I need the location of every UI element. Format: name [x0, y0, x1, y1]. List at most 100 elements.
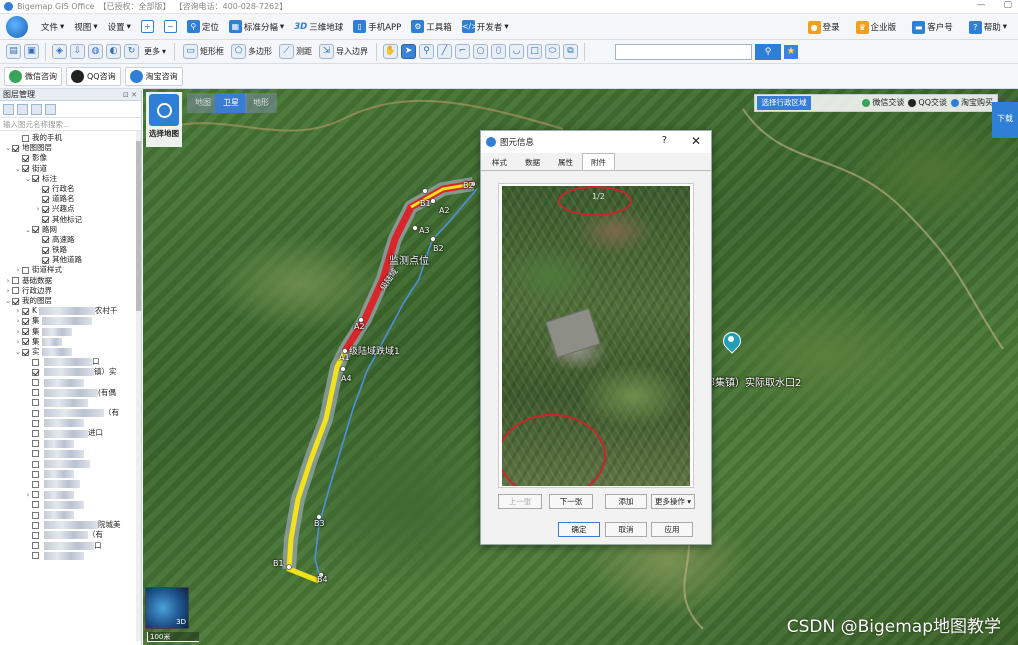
layer-tree-row[interactable]: 口 [0, 357, 141, 367]
point-label[interactable]: A2 [439, 206, 450, 215]
hand-icon[interactable]: ✋ [383, 44, 399, 59]
globe-icon[interactable]: ◍ [88, 44, 103, 59]
save-icon[interactable]: ▣ [24, 44, 39, 59]
cancel-button[interactable]: 取消 [605, 522, 647, 537]
login-button[interactable]: ● 登录 [803, 20, 845, 34]
layer-checkbox[interactable] [22, 307, 29, 315]
layer-tree-row[interactable] [0, 551, 141, 561]
layer-checkbox[interactable] [32, 358, 39, 366]
expand-toggle-icon[interactable]: › [4, 286, 12, 296]
line-icon[interactable]: ╱ [437, 44, 453, 59]
layer-checkbox[interactable] [32, 379, 39, 387]
layer-tree-row[interactable]: › 兴趣点 [0, 204, 141, 214]
layer-tree-row[interactable] [0, 449, 141, 459]
taobao-consult-button[interactable]: 淘宝咨询 [124, 66, 183, 86]
select-map-button[interactable]: 选择地图 [146, 92, 182, 147]
tab-attributes[interactable]: 属性 [549, 153, 582, 170]
maximize-icon[interactable]: ▢ [1003, 0, 1012, 10]
layers-icon[interactable]: ◈ [52, 44, 67, 59]
erase-icon[interactable]: ⬭ [545, 44, 561, 59]
layer-checkbox[interactable] [32, 389, 39, 397]
apply-button[interactable]: 应用 [651, 522, 693, 537]
layer-checkbox[interactable] [32, 430, 39, 438]
layer-tree-row[interactable]: › 集 [0, 316, 141, 326]
layer-tree-row[interactable]: ⌄ 标注 [0, 174, 141, 184]
layer-tree-row[interactable]: ⌄ 我的图层 [0, 296, 141, 306]
layer-checkbox[interactable] [32, 470, 39, 478]
layer-filter-input[interactable]: 输入图元名称搜索... [0, 118, 141, 131]
layer-tree-row[interactable] [0, 398, 141, 408]
ok-button[interactable]: 确定 [558, 522, 600, 537]
more-button[interactable]: 更多 ▾ [142, 46, 168, 57]
expand-toggle-icon[interactable]: › [24, 490, 32, 500]
point-label[interactable]: A1 [339, 353, 350, 362]
customer-button[interactable]: ▬ 客户号 [907, 20, 958, 34]
layer-tree-row[interactable]: › 集 [0, 327, 141, 337]
layer-checkbox[interactable] [22, 317, 29, 325]
point-label[interactable]: B1 [420, 199, 431, 208]
next-photo-button[interactable]: 下一张 [549, 494, 593, 509]
scroll-thumb[interactable] [136, 141, 141, 311]
expand-toggle-icon[interactable]: › [14, 327, 22, 337]
download-float-button[interactable]: 下载 [992, 102, 1018, 138]
layer-checkbox[interactable] [32, 419, 39, 427]
layer-checkbox[interactable] [12, 287, 19, 295]
globe-2-icon[interactable]: ◐ [106, 44, 121, 59]
layer-tree-row[interactable]: （有 [0, 408, 141, 418]
layer-tree-row[interactable]: 道路名 [0, 194, 141, 204]
layer-checkbox[interactable] [32, 440, 39, 448]
point-label[interactable]: B2 [433, 244, 444, 253]
search-icon[interactable]: ⚲ [755, 43, 782, 60]
layer-checkbox[interactable] [32, 501, 39, 509]
point-label[interactable]: B2 [463, 181, 474, 190]
tab-style[interactable]: 样式 [483, 153, 516, 170]
menu-file[interactable]: 文件 ▾ [36, 21, 69, 33]
layer-checkbox[interactable] [22, 338, 29, 346]
wechat-chat-link[interactable]: 微信交谈 [862, 96, 904, 110]
more-actions-button[interactable]: 更多操作 ▾ [651, 494, 695, 509]
point-label[interactable]: A3 [419, 226, 430, 235]
layer-checkbox[interactable] [42, 185, 49, 193]
search-icon[interactable] [45, 103, 56, 115]
layer-tree-row[interactable]: › 行政边界 [0, 286, 141, 296]
expand-toggle-icon[interactable]: ⌄ [14, 347, 22, 357]
close-icon[interactable]: ✕ [691, 134, 701, 148]
layer-checkbox[interactable] [32, 368, 39, 376]
menu-3d-earth[interactable]: 3D 三维地球 [289, 21, 348, 33]
import-boundary-button[interactable]: ⇲ 导入边界 [317, 44, 370, 59]
point-label[interactable]: B4 [317, 575, 328, 584]
map-marker-icon[interactable] [722, 332, 740, 356]
tab-terrain[interactable]: 地形 [245, 93, 277, 113]
marker-icon[interactable]: ⚲ [419, 44, 435, 59]
download-icon[interactable]: ⇩ [70, 44, 85, 59]
layer-checkbox[interactable] [32, 531, 39, 539]
layer-tree-row[interactable]: › K 农村千 [0, 306, 141, 316]
layer-checkbox[interactable] [42, 246, 49, 254]
layer-checkbox[interactable] [32, 409, 39, 417]
layer-checkbox[interactable] [32, 450, 39, 458]
measure-button[interactable]: ⟋ 测距 [277, 44, 314, 59]
layer-tree-row[interactable]: › 街道样式 [0, 265, 141, 275]
open-folder-icon[interactable]: ▤ [6, 44, 21, 59]
layer-tree-row[interactable]: 院城美 [0, 520, 141, 530]
layer-tree-row[interactable]: （有 [0, 530, 141, 540]
menu-locate[interactable]: ⚲ 定位 [182, 20, 224, 33]
layer-checkbox[interactable] [42, 256, 49, 264]
layer-tree-row[interactable]: 其他标记 [0, 215, 141, 225]
layer-tree-row[interactable]: ⌄ 实 [0, 347, 141, 357]
point-label[interactable]: A4 [341, 374, 352, 383]
layer-checkbox[interactable] [12, 144, 19, 152]
circle-icon[interactable]: ○ [473, 44, 489, 59]
expand-toggle-icon[interactable]: › [34, 204, 42, 214]
layer-tree-row[interactable]: 口 [0, 541, 141, 551]
layer-tree-row[interactable]: 行政名 [0, 184, 141, 194]
refresh-icon[interactable]: ↻ [124, 44, 139, 59]
expand-toggle-icon[interactable]: ⌄ [24, 174, 32, 184]
copy-icon[interactable]: ⧉ [563, 44, 579, 59]
expand-toggle-icon[interactable]: ⌄ [14, 164, 22, 174]
layer-tree-row[interactable] [0, 500, 141, 510]
layer-checkbox[interactable] [42, 195, 49, 203]
prev-photo-button[interactable]: 上一张 [498, 494, 542, 509]
curve-icon[interactable]: ◡ [509, 44, 525, 59]
layer-tree-row[interactable]: 影像 [0, 153, 141, 163]
